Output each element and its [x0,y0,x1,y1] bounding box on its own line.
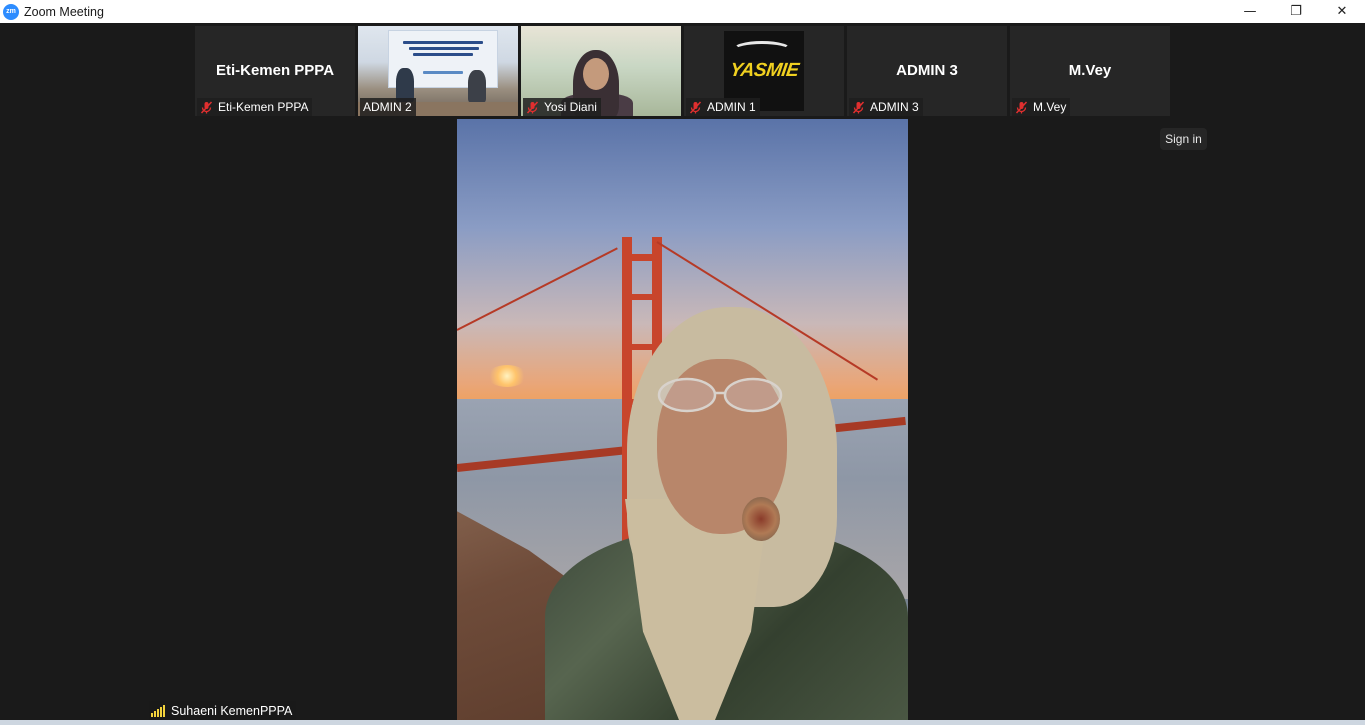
participant-tile[interactable]: Yosi Diani [521,26,681,116]
participant-display-name: ADMIN 3 [896,62,958,79]
participant-display-name: Eti-Kemen PPPA [215,62,335,79]
person-face-image [583,58,609,90]
zoom-logo-icon: zm [3,3,19,20]
close-button[interactable]: ✕ [1319,0,1365,23]
bridge-tower-image [622,254,662,261]
participant-tile[interactable]: YASMIE ADMIN 1 [684,26,844,116]
active-speaker-name: Suhaeni KemenPPPA [171,703,293,718]
participant-label: ADMIN 2 [360,98,416,116]
window-title: Zoom Meeting [24,4,104,19]
participant-label: Eti-Kemen PPPA [197,98,313,116]
active-speaker-video[interactable] [457,119,908,720]
brooch-image [742,497,780,541]
participant-display-name: M.Vey [1068,62,1112,79]
window-controls: — ❐ ✕ [1227,0,1365,23]
participant-label-text: ADMIN 1 [707,100,756,114]
bottom-edge [0,720,1365,725]
mic-muted-icon [852,100,865,114]
meeting-stage: Eti-Kemen PPPA Eti-Kemen PPPA ADMIN 2 Yo… [0,23,1365,720]
yasmie-logo-text: YASMIE [728,60,800,81]
participant-label: ADMIN 3 [849,98,923,116]
participant-label-text: M.Vey [1033,100,1067,114]
swirl-shape [732,41,792,59]
sun-image [487,365,527,387]
participant-label-text: Eti-Kemen PPPA [218,100,309,114]
participant-strip: Eti-Kemen PPPA Eti-Kemen PPPA ADMIN 2 Yo… [195,26,1170,116]
participant-label: M.Vey [1012,98,1071,116]
participant-label: ADMIN 1 [686,98,760,116]
person-image [396,68,414,102]
participant-tile[interactable]: M.Vey M.Vey [1010,26,1170,116]
mic-muted-icon [526,100,539,114]
mic-muted-icon [200,100,213,114]
mic-muted-icon [1015,100,1028,114]
participant-tile[interactable]: ADMIN 2 [358,26,518,116]
bridge-cable-image [457,247,618,331]
bridge-tower-image [622,294,662,300]
minimize-button[interactable]: — [1227,0,1273,23]
participant-tile[interactable]: Eti-Kemen PPPA Eti-Kemen PPPA [195,26,355,116]
participant-label-text: Yosi Diani [544,100,597,114]
participant-label-text: ADMIN 2 [363,100,412,114]
glasses-image [657,377,783,413]
participant-label: Yosi Diani [523,98,601,116]
signal-bars-icon [151,704,166,717]
mic-muted-icon [689,100,702,114]
participant-tile[interactable]: ADMIN 3 ADMIN 3 [847,26,1007,116]
restore-button[interactable]: ❐ [1273,0,1319,23]
sign-in-button[interactable]: Sign in [1160,128,1207,150]
participant-label-text: ADMIN 3 [870,100,919,114]
person-image [468,70,486,102]
title-bar: zm Zoom Meeting — ❐ ✕ [0,0,1365,23]
active-speaker-label: Suhaeni KemenPPPA [149,701,297,720]
